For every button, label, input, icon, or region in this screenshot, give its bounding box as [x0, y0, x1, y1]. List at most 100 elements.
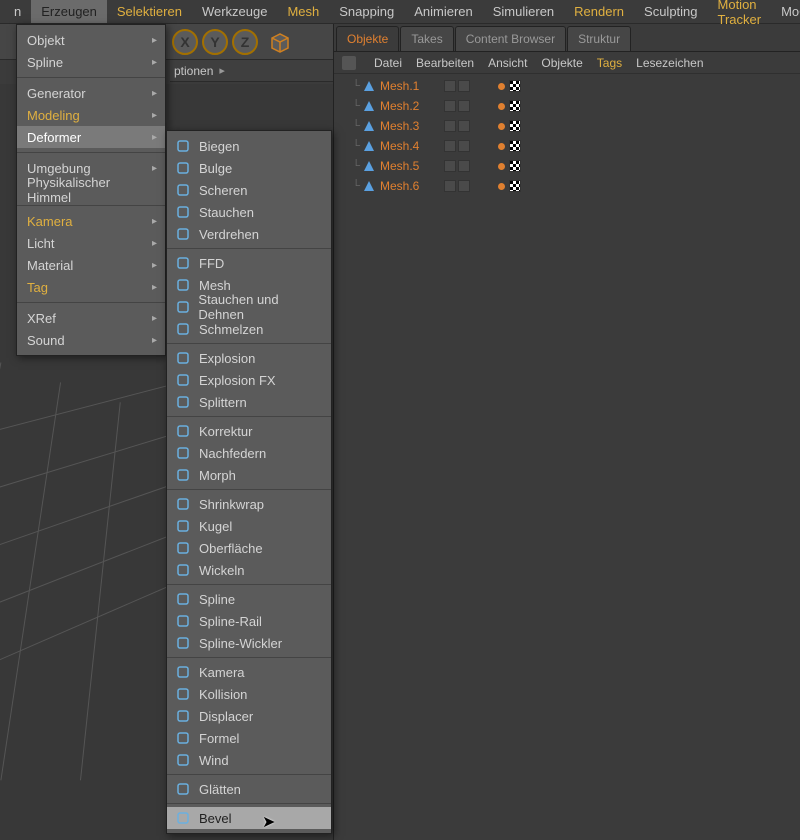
tab-content-browser[interactable]: Content Browser — [455, 26, 566, 51]
deformer-formel[interactable]: Formel — [167, 727, 331, 749]
deformer-glätten[interactable]: Glätten — [167, 778, 331, 800]
tags[interactable] — [498, 120, 521, 132]
panel-menu-tags[interactable]: Tags — [597, 56, 622, 70]
create-menu[interactable]: Objekt▸Spline▸Generator▸Modeling▸Deforme… — [16, 24, 166, 356]
menu-erzeugen[interactable]: Erzeugen — [31, 0, 107, 23]
object-row[interactable]: └Mesh.4 — [334, 136, 800, 156]
deformer-oberfläche[interactable]: Oberfläche — [167, 537, 331, 559]
deformer-shrinkwrap[interactable]: Shrinkwrap — [167, 493, 331, 515]
menu-item-material[interactable]: Material▸ — [17, 254, 165, 276]
menu-item-modeling[interactable]: Modeling▸ — [17, 104, 165, 126]
deformer-submenu[interactable]: BiegenBulgeScherenStauchenVerdrehenFFDMe… — [166, 130, 332, 834]
deformer-spline-rail[interactable]: Spline-Rail — [167, 610, 331, 632]
menu-item-kamera[interactable]: Kamera▸ — [17, 210, 165, 232]
tags[interactable] — [498, 140, 521, 152]
object-name[interactable]: Mesh.3 — [380, 119, 440, 133]
deformer-bulge[interactable]: Bulge — [167, 157, 331, 179]
deformer-stauchen[interactable]: Stauchen — [167, 201, 331, 223]
object-row[interactable]: └Mesh.3 — [334, 116, 800, 136]
menu-selektieren[interactable]: Selektieren — [107, 0, 192, 23]
texture-tag-icon[interactable] — [509, 140, 521, 152]
panel-menu-lesezeichen[interactable]: Lesezeichen — [636, 56, 703, 70]
object-row[interactable]: └Mesh.2 — [334, 96, 800, 116]
visibility-toggles[interactable] — [444, 180, 470, 192]
deformer-wind[interactable]: Wind — [167, 749, 331, 771]
object-name[interactable]: Mesh.4 — [380, 139, 440, 153]
axis-y-button[interactable]: Y — [202, 29, 228, 55]
visibility-toggles[interactable] — [444, 120, 470, 132]
menu-snapping[interactable]: Snapping — [329, 0, 404, 23]
panel-menu-bearbeiten[interactable]: Bearbeiten — [416, 56, 474, 70]
object-tree[interactable]: └Mesh.1└Mesh.2└Mesh.3└Mesh.4└Mesh.5└Mesh… — [334, 74, 800, 198]
phong-tag-icon[interactable] — [498, 123, 505, 130]
texture-tag-icon[interactable] — [509, 180, 521, 192]
tags[interactable] — [498, 180, 521, 192]
deformer-morph[interactable]: Morph — [167, 464, 331, 486]
menu-item-sound[interactable]: Sound▸ — [17, 329, 165, 351]
object-name[interactable]: Mesh.1 — [380, 79, 440, 93]
phong-tag-icon[interactable] — [498, 163, 505, 170]
tab-struktur[interactable]: Struktur — [567, 26, 631, 51]
panel-menu-ansicht[interactable]: Ansicht — [488, 56, 527, 70]
texture-tag-icon[interactable] — [509, 80, 521, 92]
visibility-toggles[interactable] — [444, 140, 470, 152]
menu-simulieren[interactable]: Simulieren — [483, 0, 564, 23]
texture-tag-icon[interactable] — [509, 160, 521, 172]
visibility-toggles[interactable] — [444, 80, 470, 92]
visibility-toggles[interactable] — [444, 100, 470, 112]
menu-rendern[interactable]: Rendern — [564, 0, 634, 23]
menu-item-xref[interactable]: XRef▸ — [17, 307, 165, 329]
phong-tag-icon[interactable] — [498, 103, 505, 110]
menu-n[interactable]: n — [4, 0, 31, 23]
deformer-verdrehen[interactable]: Verdrehen — [167, 223, 331, 245]
object-name[interactable]: Mesh.5 — [380, 159, 440, 173]
deformer-stauchen-und-dehnen[interactable]: Stauchen und Dehnen — [167, 296, 331, 318]
cube-icon[interactable] — [266, 28, 294, 56]
deformer-displacer[interactable]: Displacer — [167, 705, 331, 727]
panel-menu-datei[interactable]: Datei — [374, 56, 402, 70]
deformer-wickeln[interactable]: Wickeln — [167, 559, 331, 581]
texture-tag-icon[interactable] — [509, 100, 521, 112]
menu-mograph[interactable]: MoGraph — [771, 0, 800, 23]
panel-menu-objekte[interactable]: Objekte — [541, 56, 582, 70]
object-name[interactable]: Mesh.6 — [380, 179, 440, 193]
deformer-kamera[interactable]: Kamera — [167, 661, 331, 683]
deformer-ffd[interactable]: FFD — [167, 252, 331, 274]
deformer-biegen[interactable]: Biegen — [167, 135, 331, 157]
deformer-kollision[interactable]: Kollision — [167, 683, 331, 705]
tags[interactable] — [498, 100, 521, 112]
axis-z-button[interactable]: Z — [232, 29, 258, 55]
tab-objekte[interactable]: Objekte — [336, 26, 399, 51]
menu-werkzeuge[interactable]: Werkzeuge — [192, 0, 278, 23]
deformer-korrektur[interactable]: Korrektur — [167, 420, 331, 442]
phong-tag-icon[interactable] — [498, 143, 505, 150]
object-row[interactable]: └Mesh.6 — [334, 176, 800, 196]
tags[interactable] — [498, 80, 521, 92]
deformer-kugel[interactable]: Kugel — [167, 515, 331, 537]
deformer-nachfedern[interactable]: Nachfedern — [167, 442, 331, 464]
menu-item-generator[interactable]: Generator▸ — [17, 82, 165, 104]
visibility-toggles[interactable] — [444, 160, 470, 172]
deformer-explosion[interactable]: Explosion — [167, 347, 331, 369]
object-name[interactable]: Mesh.2 — [380, 99, 440, 113]
menu-mesh[interactable]: Mesh — [277, 0, 329, 23]
menu-item-licht[interactable]: Licht▸ — [17, 232, 165, 254]
menu-item-objekt[interactable]: Objekt▸ — [17, 29, 165, 51]
menu-item-deformer[interactable]: Deformer▸ — [17, 126, 165, 148]
phong-tag-icon[interactable] — [498, 183, 505, 190]
deformer-bevel[interactable]: Bevel — [167, 807, 331, 829]
deformer-scheren[interactable]: Scheren — [167, 179, 331, 201]
axis-x-button[interactable]: X — [172, 29, 198, 55]
menu-item-physikalischer-himmel[interactable]: Physikalischer Himmel — [17, 179, 165, 201]
deformer-spline[interactable]: Spline — [167, 588, 331, 610]
phong-tag-icon[interactable] — [498, 83, 505, 90]
object-row[interactable]: └Mesh.5 — [334, 156, 800, 176]
menu-sculpting[interactable]: Sculpting — [634, 0, 707, 23]
tab-takes[interactable]: Takes — [400, 26, 453, 51]
deformer-splittern[interactable]: Splittern — [167, 391, 331, 413]
menu-animieren[interactable]: Animieren — [404, 0, 483, 23]
menu-item-tag[interactable]: Tag▸ — [17, 276, 165, 298]
deformer-spline-wickler[interactable]: Spline-Wickler — [167, 632, 331, 654]
texture-tag-icon[interactable] — [509, 120, 521, 132]
deformer-explosion-fx[interactable]: Explosion FX — [167, 369, 331, 391]
